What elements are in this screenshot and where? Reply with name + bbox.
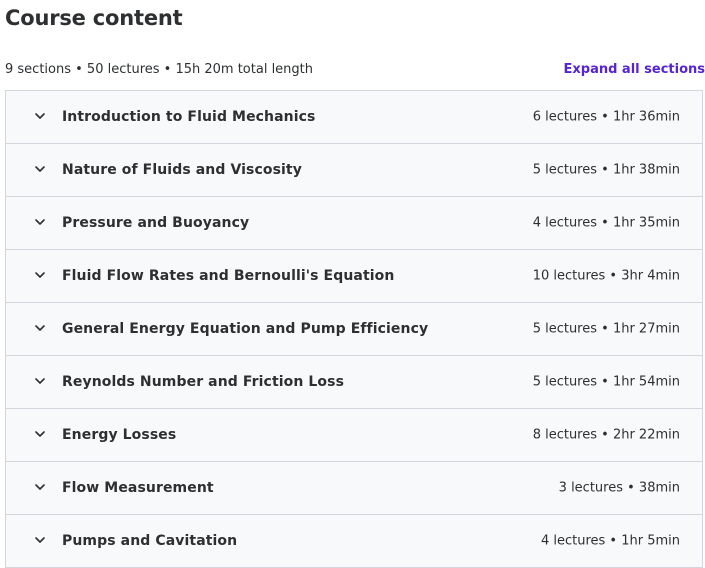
section-row[interactable]: Reynolds Number and Friction Loss 5 lect…: [6, 356, 702, 409]
section-list: Introduction to Fluid Mechanics 6 lectur…: [5, 90, 703, 568]
chevron-down-icon: [33, 533, 47, 547]
section-title: Introduction to Fluid Mechanics: [62, 109, 316, 125]
section-title: Reynolds Number and Friction Loss: [62, 374, 345, 390]
section-row[interactable]: General Energy Equation and Pump Efficie…: [6, 303, 702, 356]
section-meta: 4 lectures • 1hr 5min: [540, 533, 680, 549]
section-title: Energy Losses: [62, 427, 177, 443]
section-title: Pumps and Cavitation: [62, 533, 238, 549]
section-row[interactable]: Pressure and Buoyancy 4 lectures • 1hr 3…: [6, 197, 702, 250]
chevron-down-icon: [33, 321, 47, 335]
chevron-down-icon: [33, 268, 47, 282]
course-summary: 9 sections • 50 lectures • 15h 20m total…: [5, 62, 314, 77]
chevron-down-icon: [33, 374, 47, 388]
chevron-down-icon: [33, 480, 47, 494]
section-meta: 5 lectures • 1hr 38min: [532, 162, 680, 178]
section-row[interactable]: Nature of Fluids and Viscosity 5 lecture…: [6, 144, 702, 197]
chevron-down-icon: [33, 215, 47, 229]
section-meta: 6 lectures • 1hr 36min: [532, 109, 680, 125]
section-row[interactable]: Energy Losses 8 lectures • 2hr 22min: [6, 409, 702, 462]
section-title: Pressure and Buoyancy: [62, 215, 250, 231]
section-meta: 8 lectures • 2hr 22min: [532, 427, 680, 443]
chevron-down-icon: [33, 109, 47, 123]
section-row[interactable]: Flow Measurement 3 lectures • 38min: [6, 462, 702, 515]
section-row[interactable]: Pumps and Cavitation 4 lectures • 1hr 5m…: [6, 515, 702, 567]
page-title: Course content: [5, 6, 183, 30]
section-title: Flow Measurement: [62, 480, 214, 496]
section-meta: 3 lectures • 38min: [558, 480, 680, 496]
expand-all-sections-button[interactable]: Expand all sections: [564, 61, 705, 79]
section-title: Fluid Flow Rates and Bernoulli's Equatio…: [62, 268, 395, 284]
section-row[interactable]: Fluid Flow Rates and Bernoulli's Equatio…: [6, 250, 702, 303]
section-meta: 5 lectures • 1hr 54min: [532, 374, 680, 390]
section-meta: 10 lectures • 3hr 4min: [532, 268, 680, 284]
section-meta: 4 lectures • 1hr 35min: [532, 215, 680, 231]
chevron-down-icon: [33, 427, 47, 441]
chevron-down-icon: [33, 162, 47, 176]
section-meta: 5 lectures • 1hr 27min: [532, 321, 680, 337]
course-content-panel: Course content 9 sections • 50 lectures …: [0, 0, 705, 568]
section-title: General Energy Equation and Pump Efficie…: [62, 321, 429, 337]
section-row[interactable]: Introduction to Fluid Mechanics 6 lectur…: [6, 91, 702, 144]
section-title: Nature of Fluids and Viscosity: [62, 162, 302, 178]
